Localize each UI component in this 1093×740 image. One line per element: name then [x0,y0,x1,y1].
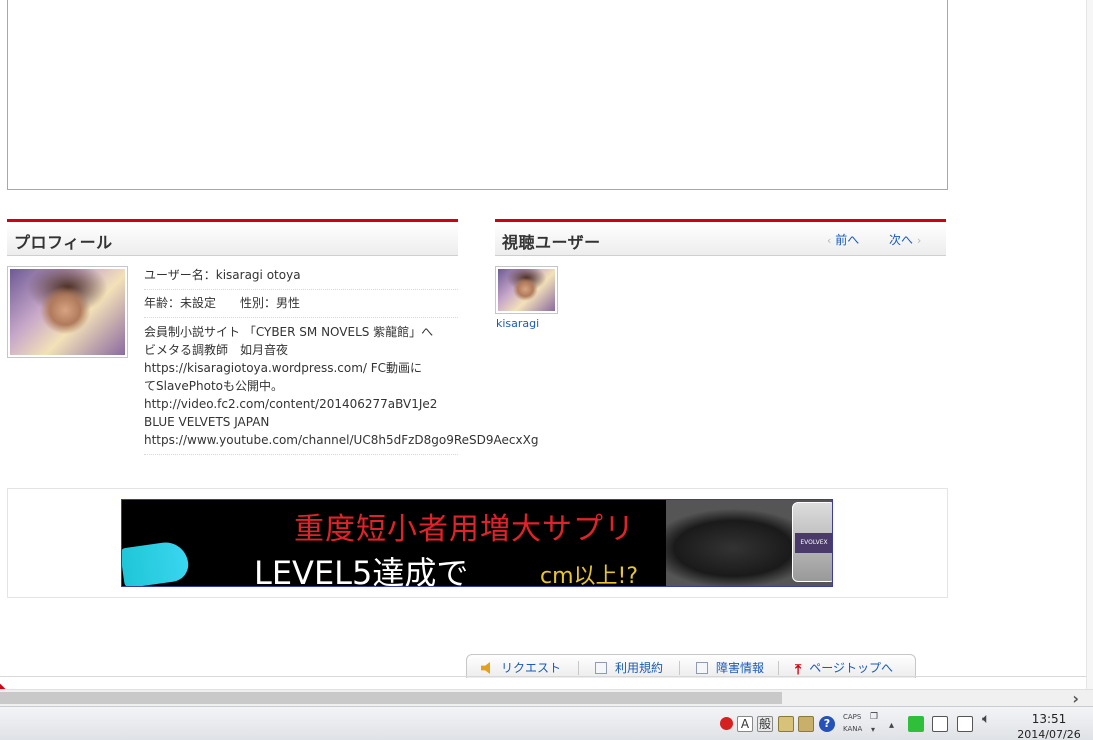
footer-pagetop-link[interactable]: ⤒ ページトップへ [795,659,893,678]
chevron-right-icon: › [916,234,922,247]
video-player-area [7,0,948,190]
ad-main-text: LEVEL5達成で [254,554,469,587]
footer-pagetop-label: ページトップへ [809,661,893,675]
ime-mode-icon[interactable]: A [737,716,753,732]
show-hidden-icons-icon[interactable]: ▴ [889,721,894,731]
age-text: 年齢：未設定 [144,296,217,310]
profile-title: プロフィール [14,233,113,252]
document-icon [595,662,607,674]
profile-avatar[interactable] [7,266,128,358]
footer-status-link[interactable]: 障害情報 [696,659,764,676]
ad-sub-text: cm以上!? [540,564,639,587]
help-icon[interactable]: ? [819,716,835,732]
arrow-up-icon: ⤒ [795,662,802,678]
clock-time: 13:51 [1031,712,1067,726]
footer-request-link[interactable]: リクエスト [481,659,561,676]
horizontal-scroll-thumb[interactable] [0,692,782,704]
divider [679,661,680,675]
sync-icon[interactable] [908,716,924,732]
profile-header: プロフィール [7,219,458,256]
username-text: ユーザー名：kisaragi otoya [144,268,301,282]
profile-info: ユーザー名：kisaragi otoya 年齢：未設定 性別：男性 会員制小説サイ… [144,262,538,455]
ad-headline: 重度短小者用増大サプリ [294,512,635,547]
prev-label: 前へ [835,233,860,247]
next-label: 次へ [889,233,914,247]
kana-indicator: KANA [843,725,863,733]
footer-status-label: 障害情報 [716,661,765,675]
footer-terms-link[interactable]: 利用規約 [595,659,663,676]
ad-bottle-label: EVOLVEX [795,533,832,553]
usb-device-icon[interactable] [932,716,948,732]
vertical-scrollbar[interactable] [1086,0,1093,689]
gender-text: 性別：男性 [240,296,301,310]
speaker-icon [481,662,490,674]
chevron-left-icon: ‹ [827,234,832,247]
ad-bottle-image: EVOLVEX [792,502,832,582]
age-gender-row: 年齢：未設定 性別：男性 [144,290,458,318]
prev-page-link[interactable]: ‹ 前へ [827,231,859,248]
footer-line [0,676,1093,677]
pin-icon[interactable] [720,717,733,730]
system-clock[interactable]: 13:51 2014/07/26 [1012,711,1086,740]
document-icon [696,662,708,674]
viewer-photo [498,269,555,311]
username-row: ユーザー名：kisaragi otoya [144,262,458,290]
package-icon[interactable] [798,716,814,732]
ad-banner[interactable]: 重度短小者用増大サプリ LEVEL5達成で cm以上!? EVOLVEX [121,499,833,587]
volume-icon[interactable]: 🔈︎ [982,712,990,726]
ad-graphic [122,539,191,586]
footer-terms-label: 利用規約 [615,661,664,675]
footer-tab-bar: リクエスト 利用規約 障害情報 ⤒ ページトップへ [466,654,916,678]
viewer-avatar[interactable] [495,266,558,314]
network-icon[interactable] [957,716,973,732]
divider [578,661,579,675]
viewer-name-link[interactable]: kisaragi [496,317,539,330]
horizontal-scrollbar[interactable]: › [0,689,1093,708]
next-page-link[interactable]: 次へ › [889,231,921,248]
footer-request-label: リクエスト [501,661,562,675]
ime-kanji-icon[interactable]: 般 [757,716,773,732]
divider [778,661,779,675]
dropdown-icon[interactable]: ▾ [871,725,875,734]
tool-icon[interactable] [778,716,794,732]
viewers-header: 視聴ユーザー ‹ 前へ 次へ › [495,219,946,256]
viewers-title: 視聴ユーザー [502,233,601,252]
clock-date: 2014/07/26 [1017,728,1081,740]
taskbar: A 般 ? CAPS KANA ❐ ▾ ▴ 🔈︎ 13:51 2014/07/2… [0,706,1093,740]
profile-bio: 会員制小説サイト 「CYBER SM NOVELS 紫龍館」へ ビメタる調教師 … [144,318,538,455]
ad-container: 重度短小者用増大サプリ LEVEL5達成で cm以上!? EVOLVEX [7,488,948,598]
window-restore-icon[interactable]: ❐ [870,713,878,722]
caps-indicator: CAPS [843,713,862,721]
profile-photo [10,269,125,355]
